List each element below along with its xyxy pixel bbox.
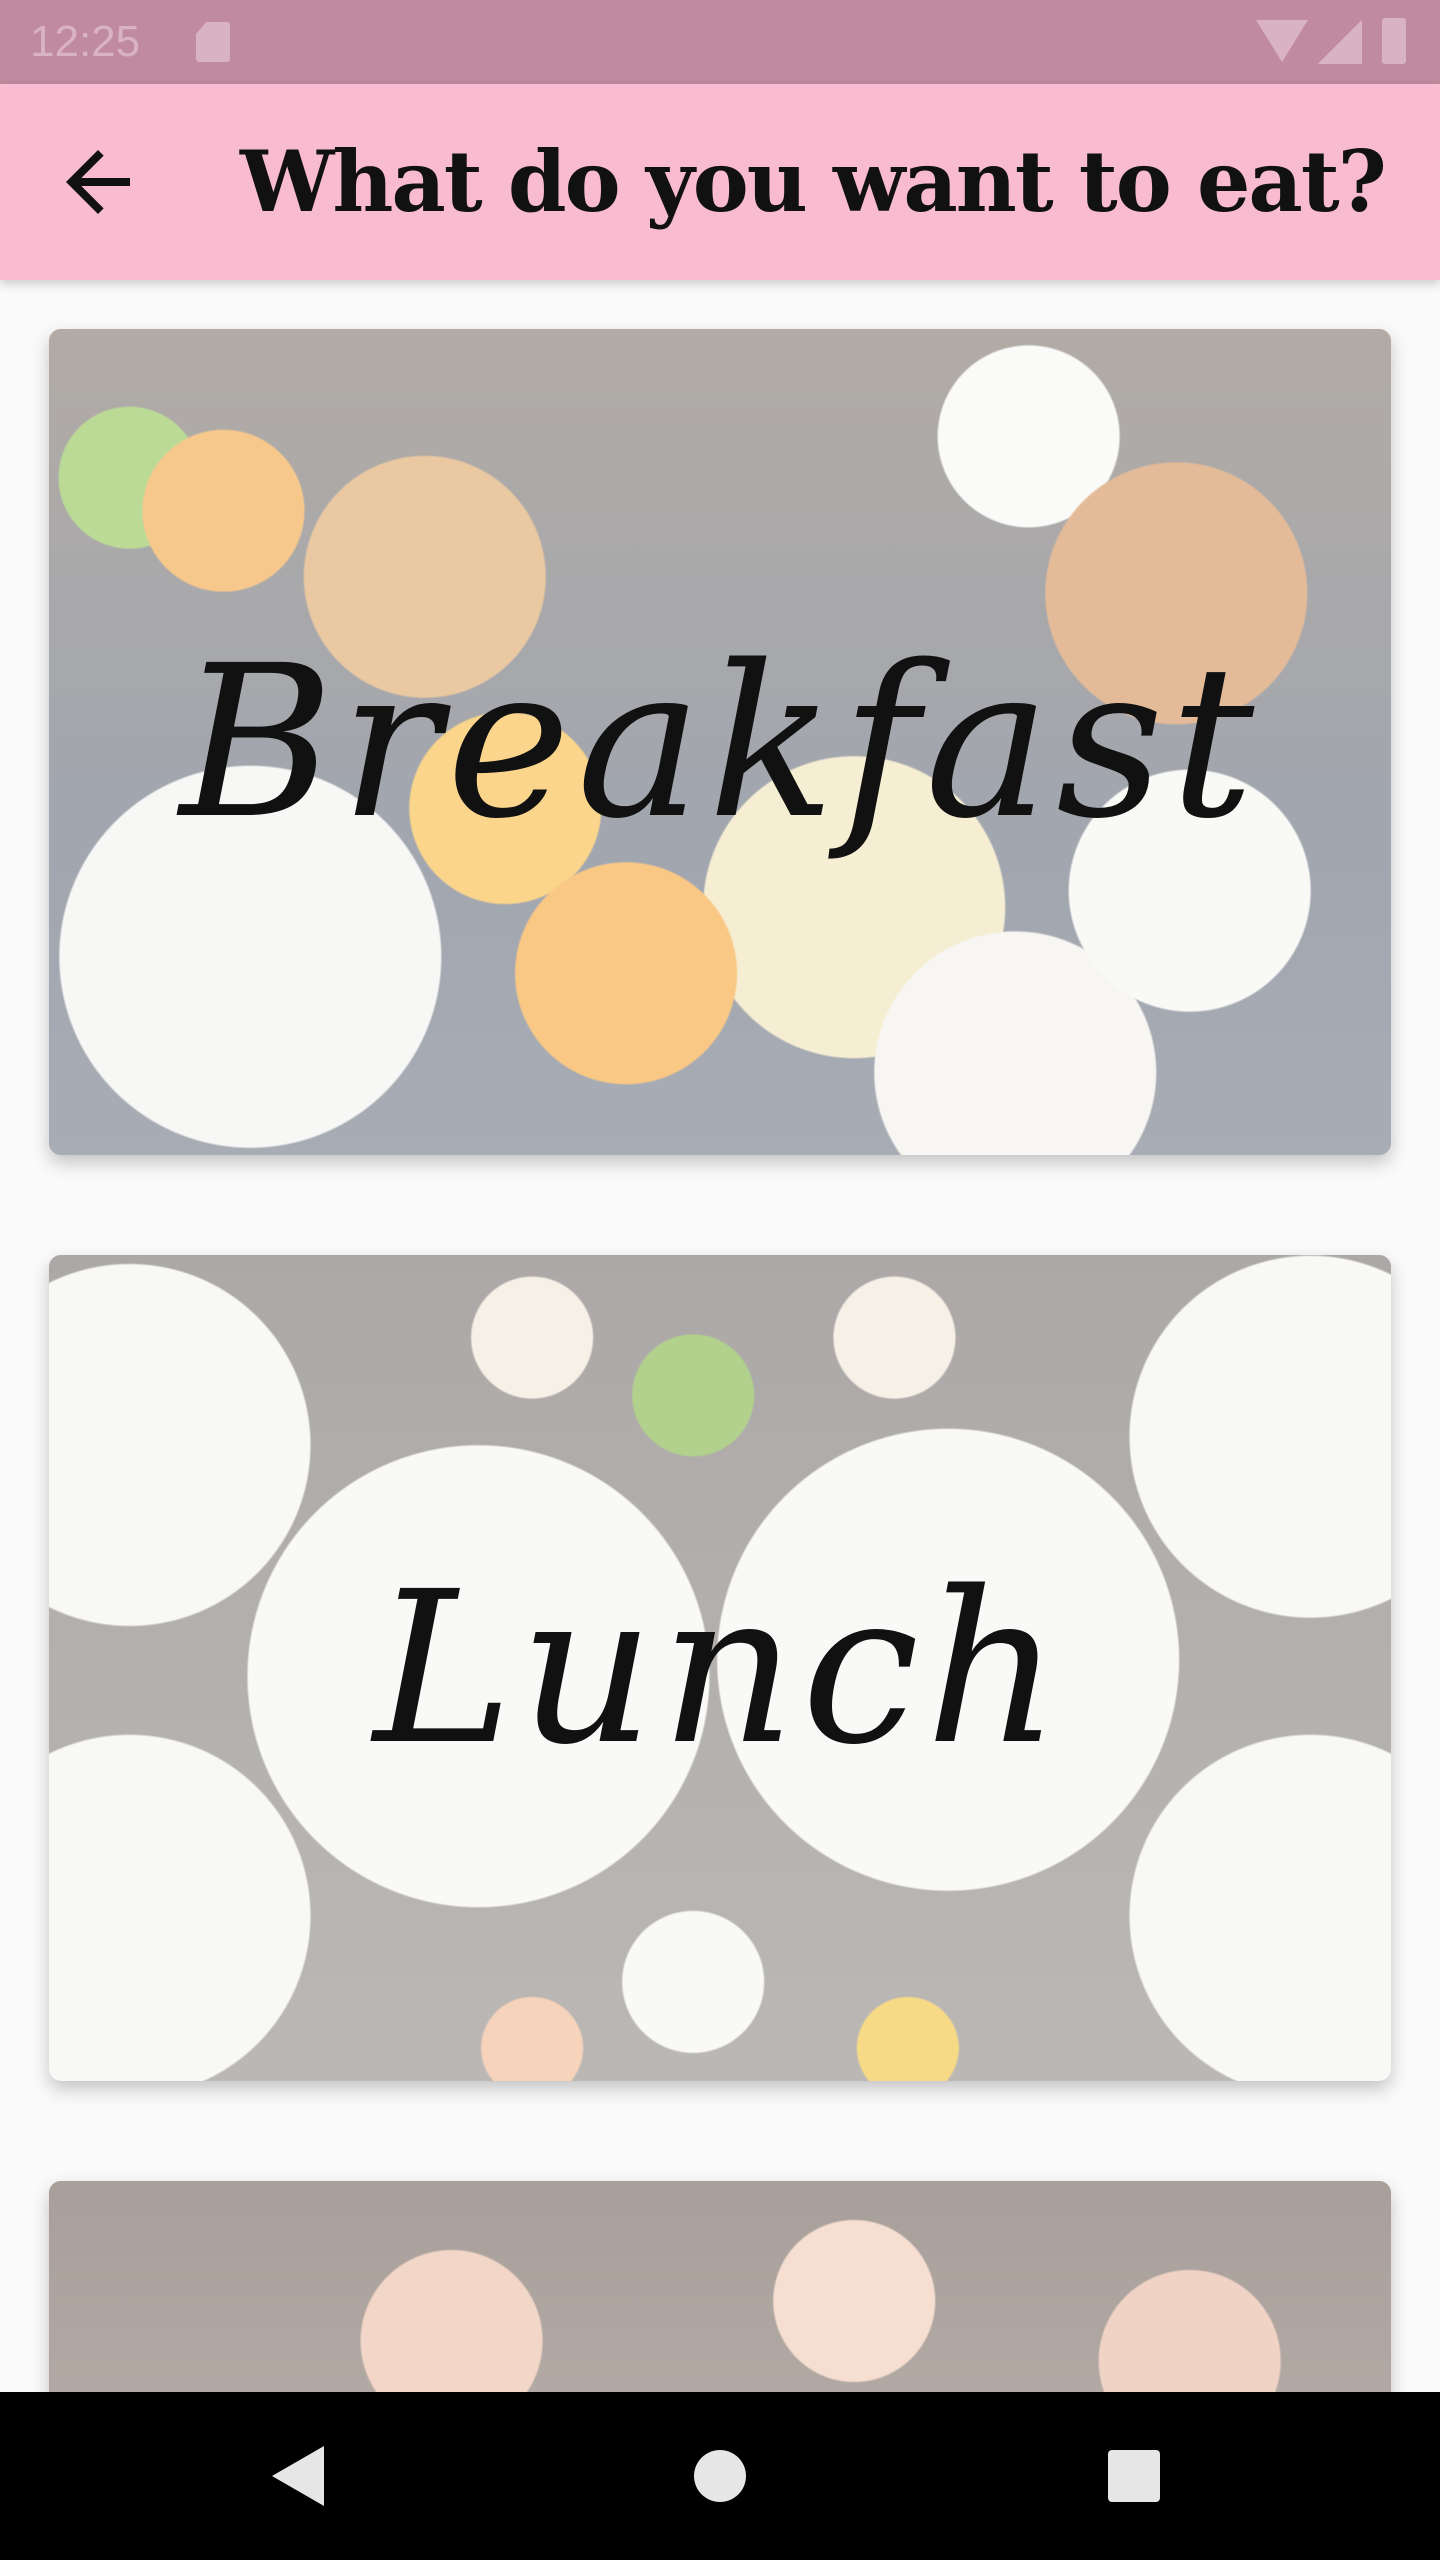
nav-back-icon[interactable]	[272, 2446, 324, 2506]
page-title: What do you want to eat?	[240, 132, 1387, 231]
battery-icon	[1382, 18, 1406, 64]
meal-card-label: Lunch	[373, 1545, 1067, 1791]
app-bar: What do you want to eat?	[0, 84, 1440, 280]
screen: 12:25 What do you want to eat? Breakfast…	[0, 0, 1440, 2560]
back-button[interactable]	[50, 134, 146, 230]
arrow-left-icon	[66, 150, 130, 214]
status-time: 12:25	[30, 17, 141, 66]
system-nav-bar	[0, 2392, 1440, 2560]
wifi-icon	[1256, 20, 1308, 62]
status-bar: 12:25	[0, 0, 1440, 84]
nav-recents-icon[interactable]	[1108, 2450, 1160, 2502]
signal-icon	[1318, 20, 1362, 64]
nav-home-icon[interactable]	[694, 2450, 746, 2502]
meal-card-lunch[interactable]: Lunch	[49, 1255, 1391, 2081]
meal-card-label: Breakfast	[179, 619, 1261, 865]
sd-card-icon	[196, 22, 230, 62]
meal-card-breakfast[interactable]: Breakfast	[49, 329, 1391, 1155]
